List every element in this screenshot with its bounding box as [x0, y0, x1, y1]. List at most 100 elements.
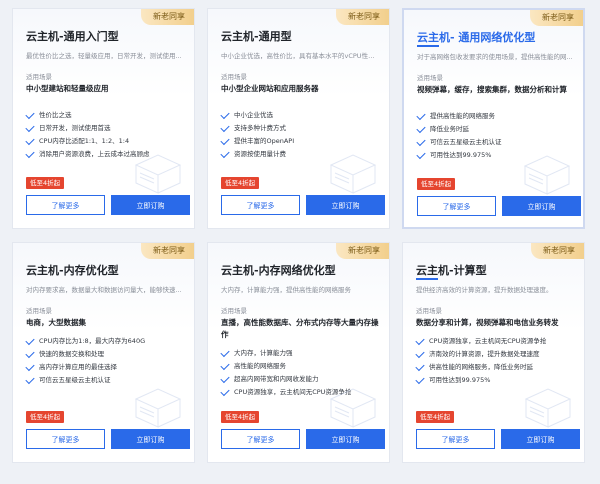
product-card: 新老同享 云主机-计算型 提供经济高效的计算资源，提升数据处理速度。 适用场景 … — [402, 242, 585, 463]
scene-text: 电商，大型数据集 — [26, 318, 86, 327]
product-title[interactable]: 云主机-通用入门型 — [26, 28, 119, 44]
product-card: 新老同享 云主机-内存网络优化型 大内存，计算能力强，提供高性能的网络服务 适用… — [207, 242, 390, 463]
product-title[interactable]: 云主机-计算型 — [416, 262, 487, 278]
feature-text: 可用性达到99.975% — [430, 151, 492, 159]
check-icon — [415, 374, 425, 385]
check-icon — [220, 347, 230, 358]
promo-badge: 新老同享 — [530, 10, 583, 26]
feature-item: CPU内存比适配1:1、1:2、1:4 — [25, 135, 188, 148]
feature-item: 提供丰富的OpenAPI — [220, 135, 383, 148]
product-card: 新老同享 云主机-通用型 中小企业优选，高性价比，具有基本水平的vCPU性能..… — [207, 8, 390, 229]
learn-more-button[interactable]: 了解更多 — [417, 196, 496, 216]
feature-item: CPU资源独享，云主机间无CPU资源争抢 — [415, 335, 578, 348]
server-illustration-icon — [134, 154, 182, 194]
product-title[interactable]: 云主机- 通用网络优化型 — [417, 29, 535, 45]
scene-label: 适用场景 — [26, 73, 52, 81]
feature-text: 供高性能的网络服务，降低业务时延 — [429, 363, 533, 371]
learn-more-button[interactable]: 了解更多 — [221, 195, 300, 215]
feature-text: 提供高性能的网络服务 — [430, 112, 495, 120]
check-icon — [25, 374, 35, 385]
feature-text: 日常开发，测试使用首选 — [39, 124, 111, 132]
promo-badge: 新老同享 — [336, 9, 389, 25]
feature-item: 中小企业优选 — [220, 109, 383, 122]
check-icon — [220, 109, 230, 120]
feature-text: 快速的数据交换和处理 — [39, 350, 104, 358]
product-description: 中小企业优选，高性价比，具有基本水平的vCPU性能... — [221, 52, 379, 60]
feature-text: 提供丰富的OpenAPI — [234, 137, 295, 145]
server-illustration-icon — [329, 154, 377, 194]
learn-more-button[interactable]: 了解更多 — [221, 429, 300, 449]
check-icon — [415, 335, 425, 346]
check-icon — [416, 110, 426, 121]
product-title[interactable]: 云主机-通用型 — [221, 28, 292, 44]
feature-text: 可用性达到99.975% — [429, 376, 491, 384]
order-now-button[interactable]: 立即订购 — [502, 196, 581, 216]
scene-label: 适用场景 — [221, 73, 247, 81]
product-grid: 新老同享 云主机-通用入门型 最优性价比之选，轻量级应用，日常开发，测试使用..… — [12, 8, 585, 463]
order-now-button[interactable]: 立即订购 — [306, 195, 385, 215]
scene-text: 直播，高性能数据库、分布式内存等大量内存操作 — [221, 318, 379, 339]
feature-text: CPU内存比适配1:1、1:2、1:4 — [39, 137, 130, 145]
check-icon — [25, 122, 35, 133]
server-illustration-icon — [329, 388, 377, 428]
learn-more-button[interactable]: 了解更多 — [416, 429, 495, 449]
learn-more-button[interactable]: 了解更多 — [26, 195, 105, 215]
check-icon — [416, 136, 426, 147]
feature-text: 高性能的网络服务 — [234, 362, 286, 370]
check-icon — [25, 109, 35, 120]
feature-item: 提供高性能的网络服务 — [416, 110, 577, 123]
server-illustration-icon — [134, 388, 182, 428]
product-card: 新老同享 云主机-通用入门型 最优性价比之选，轻量级应用，日常开发，测试使用..… — [12, 8, 195, 229]
product-title[interactable]: 云主机-内存网络优化型 — [221, 262, 336, 278]
feature-text: 支持多种计费方式 — [234, 124, 286, 132]
server-illustration-icon — [523, 155, 571, 195]
order-now-button[interactable]: 立即订购 — [111, 195, 190, 215]
learn-more-button[interactable]: 了解更多 — [26, 429, 105, 449]
feature-text: 降低业务时延 — [430, 125, 469, 133]
feature-text: 资源按使用量计费 — [234, 150, 286, 158]
check-icon — [220, 360, 230, 371]
feature-item: 高性能的网络服务 — [220, 360, 383, 373]
discount-tag: 低至4折起 — [221, 177, 260, 189]
server-illustration-icon — [524, 388, 572, 428]
product-description: 对内存要求高，数据量大和数据访问量大，能够快速... — [26, 286, 182, 294]
feature-item: 大内存，计算能力强 — [220, 347, 383, 360]
product-title[interactable]: 云主机-内存优化型 — [26, 262, 119, 278]
check-icon — [220, 373, 230, 384]
check-icon — [415, 348, 425, 359]
title-underline — [416, 278, 438, 280]
feature-text: 性价比之选 — [39, 111, 72, 119]
scene-text: 视频弹幕，缓存，搜索集群，数据分析和计算 — [417, 85, 567, 94]
check-icon — [25, 348, 35, 359]
discount-tag: 低至4折起 — [221, 411, 260, 423]
product-description: 最优性价比之选，轻量级应用，日常开发，测试使用... — [26, 52, 182, 60]
check-icon — [220, 386, 230, 397]
check-icon — [25, 148, 35, 159]
feature-text: 超高内网带宽和内网收发能力 — [234, 375, 319, 383]
feature-item: 性价比之选 — [25, 109, 188, 122]
feature-list: CPU资源独享，云主机间无CPU资源争抢 济南效的计算资源，提升数据处理速度 供… — [415, 335, 578, 387]
feature-item: 高内存计算应用的最佳选择 — [25, 361, 188, 374]
scene-label: 适用场景 — [26, 307, 52, 315]
order-now-button[interactable]: 立即订购 — [501, 429, 580, 449]
discount-tag: 低至4折起 — [416, 411, 455, 423]
check-icon — [416, 149, 426, 160]
product-description: 对于高网络包收发要求的使用场景，提供高性能的网... — [417, 53, 573, 61]
product-card: 新老同享 云主机-内存优化型 对内存要求高，数据量大和数据访问量大，能够快速..… — [12, 242, 195, 463]
product-card: 新老同享 云主机- 通用网络优化型 对于高网络包收发要求的使用场景，提供高性能的… — [402, 8, 585, 229]
scene-text: 中小型企业网站和应用服务器 — [221, 84, 319, 93]
scene-text: 中小型建站和轻量级应用 — [26, 84, 109, 93]
promo-badge: 新老同享 — [531, 243, 584, 259]
feature-item: 支持多种计费方式 — [220, 122, 383, 135]
product-description: 大内存，计算能力强，提供高性能的网络服务 — [221, 286, 351, 294]
feature-text: 可信云五星级云主机认证 — [39, 376, 111, 384]
feature-text: CPU资源独享，云主机间无CPU资源争抢 — [429, 337, 547, 345]
order-now-button[interactable]: 立即订购 — [111, 429, 190, 449]
check-icon — [416, 123, 426, 134]
feature-item: 降低业务时延 — [416, 123, 577, 136]
discount-tag: 低至4折起 — [26, 177, 65, 189]
order-now-button[interactable]: 立即订购 — [306, 429, 385, 449]
feature-text: 中小企业优选 — [234, 111, 273, 119]
feature-item: 济南效的计算资源，提升数据处理速度 — [415, 348, 578, 361]
scene-text: 数据分享和计算，视频弹幕和电信业务转发 — [416, 318, 559, 327]
